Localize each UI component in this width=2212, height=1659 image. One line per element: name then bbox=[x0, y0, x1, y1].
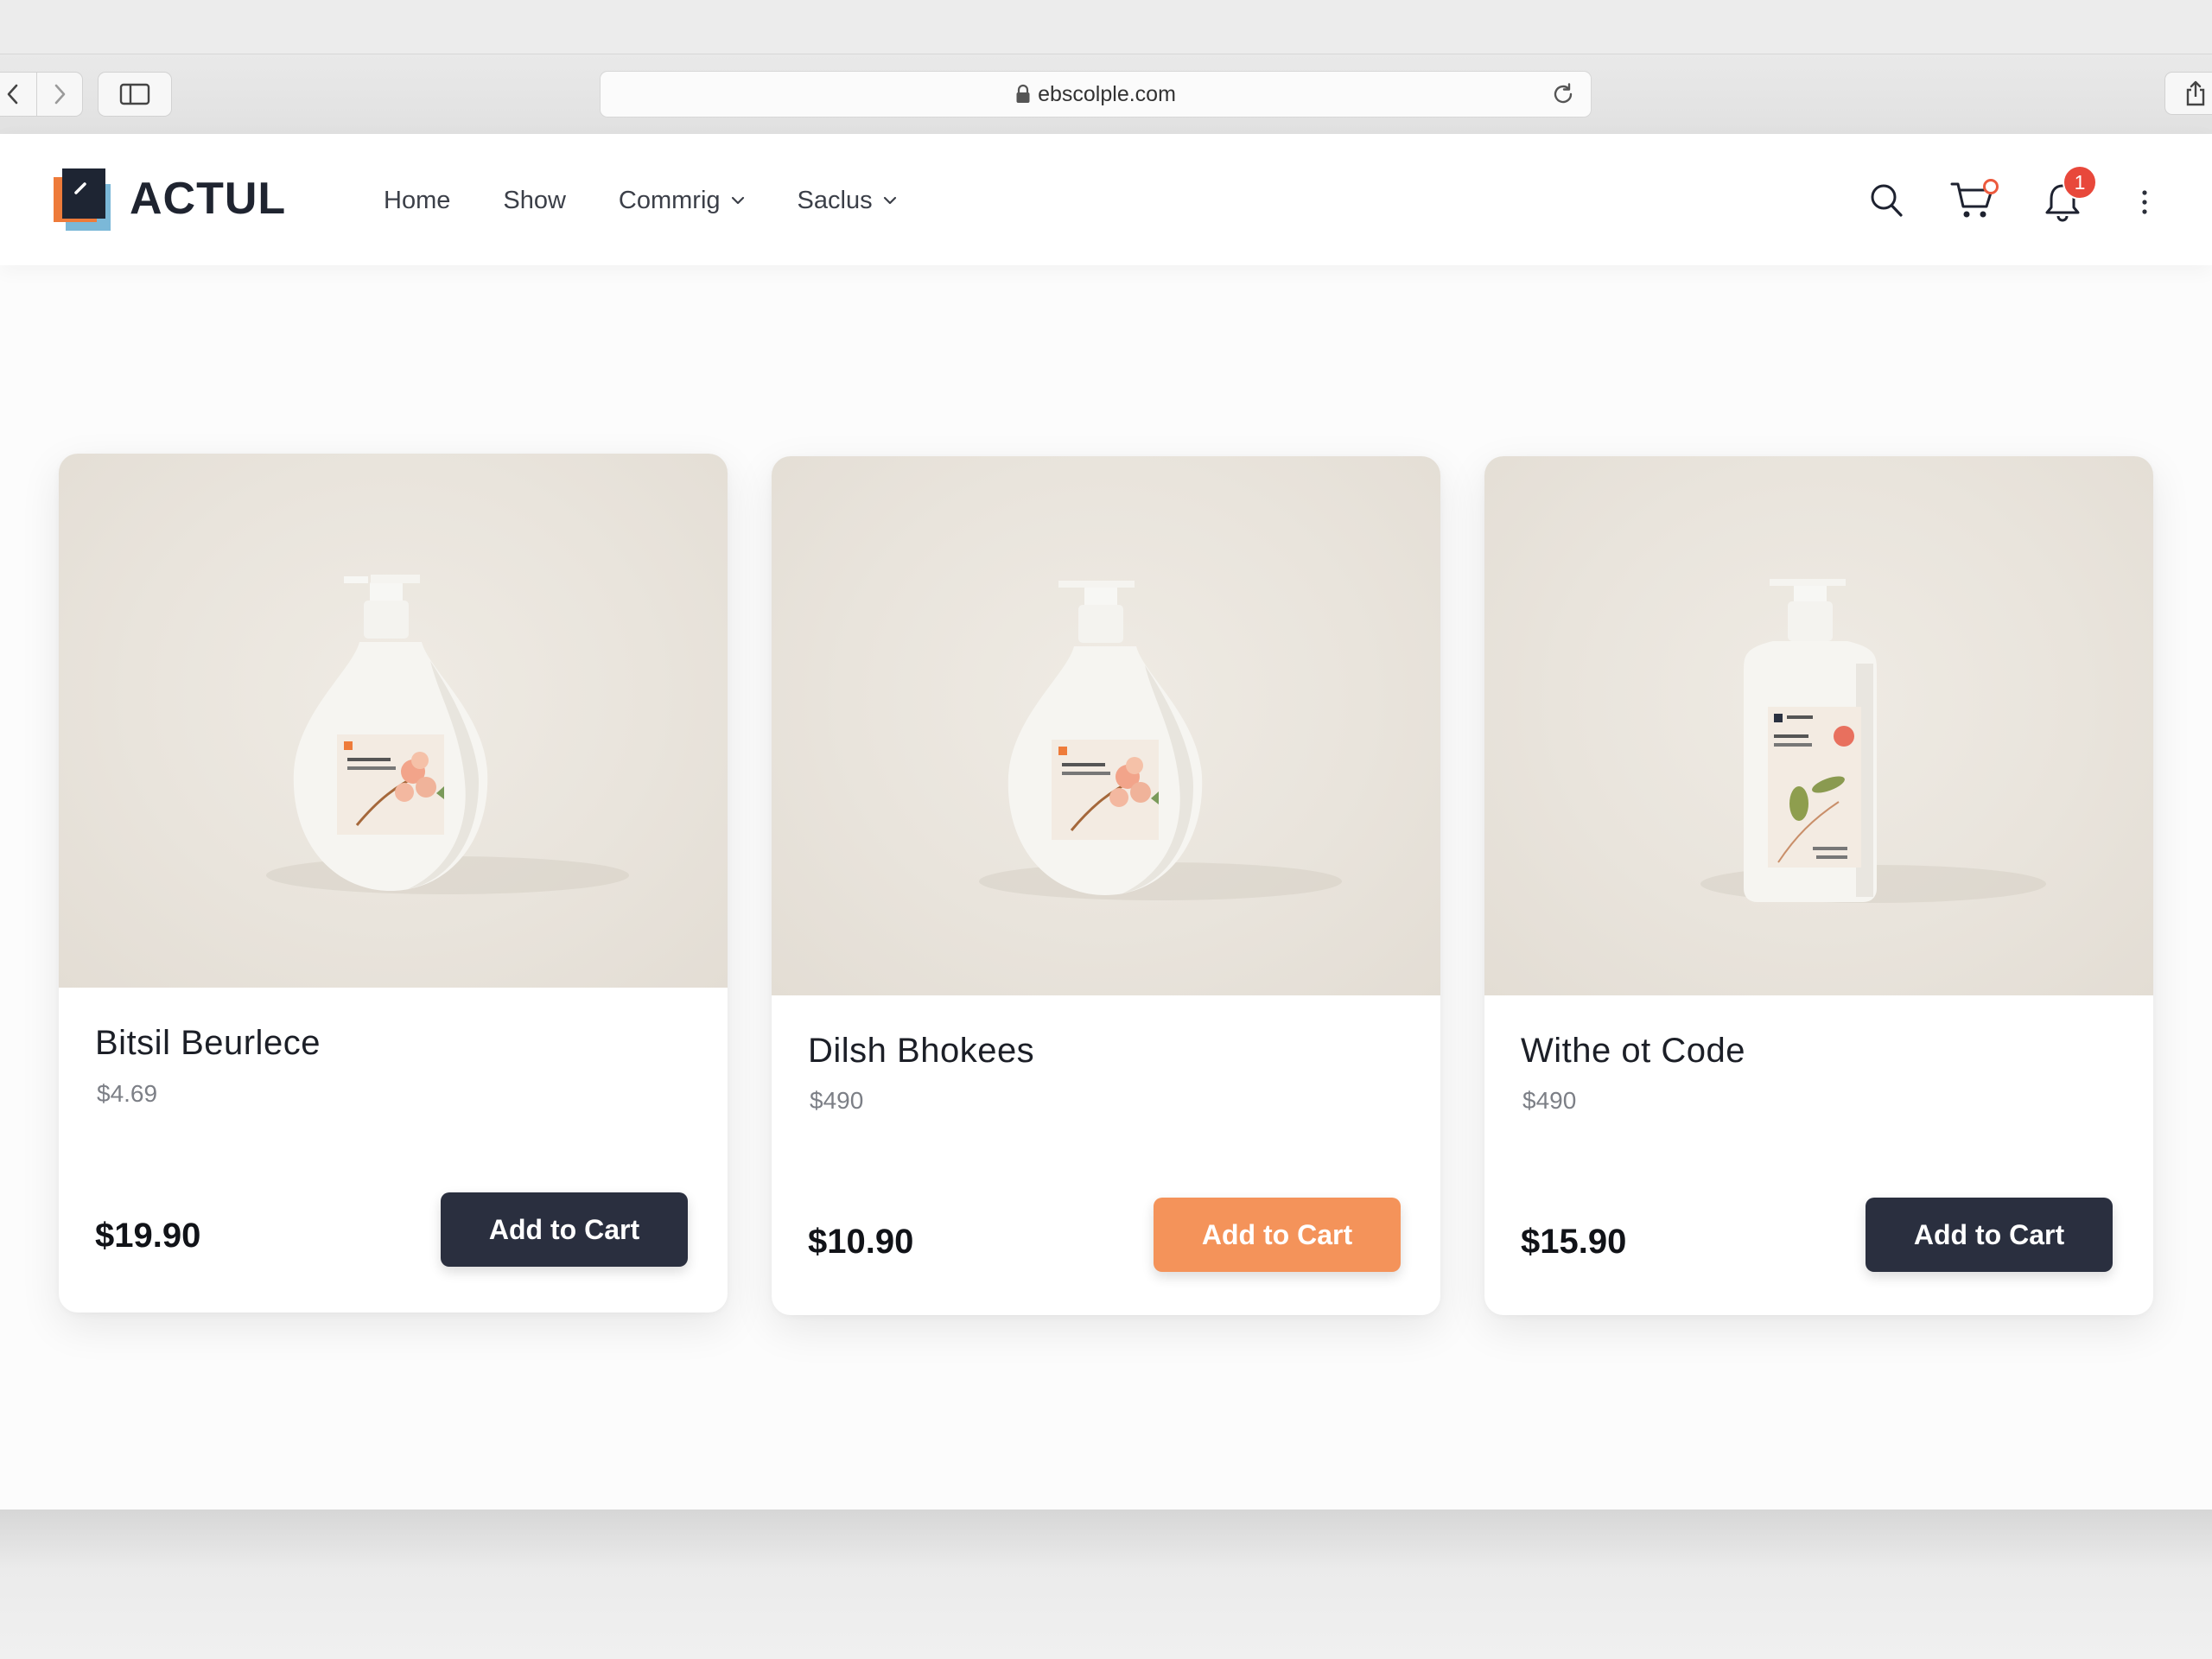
product-image[interactable] bbox=[1484, 456, 2153, 995]
nav-item-commrig[interactable]: Commrig bbox=[619, 187, 745, 215]
chevron-left-icon bbox=[7, 84, 18, 105]
product-price: $10.90 bbox=[808, 1223, 914, 1261]
sidebar-icon bbox=[119, 83, 150, 105]
address-text: ebscolple.com bbox=[1038, 81, 1176, 106]
add-to-cart-button[interactable]: Add to Cart bbox=[441, 1192, 688, 1267]
window-bottom-shadow bbox=[0, 1510, 2212, 1659]
nav-item-label: Commrig bbox=[618, 186, 721, 214]
notification-badge: 1 bbox=[2063, 165, 2097, 200]
add-to-cart-button[interactable]: Add to Cart bbox=[1866, 1198, 2113, 1272]
chevron-down-icon bbox=[883, 196, 897, 205]
chevron-right-icon bbox=[54, 84, 66, 105]
back-button[interactable] bbox=[0, 73, 36, 116]
logo-mark-icon bbox=[54, 167, 111, 231]
nav-item-saclus[interactable]: Saclus bbox=[798, 187, 897, 215]
product-title: Dilsh Bhokees bbox=[808, 1032, 1035, 1070]
product-card[interactable]: Withe ot Code $490 $15.90 Add to Cart bbox=[1484, 456, 2153, 1315]
cart-indicator-dot bbox=[1983, 179, 1999, 194]
site-header: ACTUL Home Show Commrig Saclus 1 bbox=[0, 134, 2212, 265]
site-logo[interactable]: ACTUL bbox=[54, 167, 286, 231]
web-page: ACTUL Home Show Commrig Saclus 1 Bitsil … bbox=[0, 134, 2212, 1510]
share-button[interactable] bbox=[2164, 72, 2212, 115]
product-title: Bitsil Beurlece bbox=[95, 1024, 321, 1062]
nav-item-label: Home bbox=[384, 186, 451, 214]
product-image[interactable] bbox=[59, 454, 728, 988]
browser-top-strip bbox=[0, 0, 2212, 54]
product-title: Withe ot Code bbox=[1521, 1032, 1745, 1070]
forward-button[interactable] bbox=[35, 73, 83, 116]
product-card[interactable]: Dilsh Bhokees $490 $10.90 Add to Cart bbox=[772, 456, 1440, 1315]
browser-nav-buttons bbox=[0, 72, 83, 117]
more-icon[interactable] bbox=[2141, 189, 2148, 219]
nav-item-label: Saclus bbox=[797, 186, 873, 214]
reload-icon[interactable] bbox=[1551, 82, 1575, 106]
main-nav: Home Show Commrig Saclus bbox=[384, 179, 950, 222]
product-price: $15.90 bbox=[1521, 1223, 1627, 1261]
add-to-cart-button[interactable]: Add to Cart bbox=[1154, 1198, 1401, 1272]
sidebar-toggle-button[interactable] bbox=[98, 72, 172, 117]
nav-item-label: Show bbox=[503, 186, 566, 214]
nav-item-home[interactable]: Home bbox=[384, 187, 450, 215]
search-icon[interactable] bbox=[1869, 182, 1904, 223]
brand-name: ACTUL bbox=[130, 174, 287, 224]
share-icon bbox=[2186, 80, 2205, 106]
chevron-down-icon bbox=[731, 196, 745, 205]
product-image[interactable] bbox=[772, 456, 1440, 995]
product-subprice: $490 bbox=[1522, 1087, 1577, 1114]
product-card[interactable]: Bitsil Beurlece $4.69 $19.90 Add to Cart bbox=[59, 454, 728, 1313]
product-price: $19.90 bbox=[95, 1217, 201, 1255]
nav-item-show[interactable]: Show bbox=[503, 187, 566, 215]
lock-icon bbox=[1015, 84, 1031, 105]
product-subprice: $4.69 bbox=[97, 1080, 158, 1107]
address-bar[interactable]: ebscolple.com bbox=[600, 71, 1592, 118]
product-subprice: $490 bbox=[810, 1087, 864, 1114]
